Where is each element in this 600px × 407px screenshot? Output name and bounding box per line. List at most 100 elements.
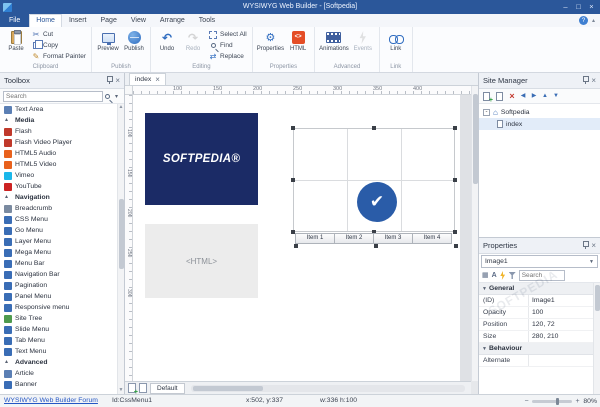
preview-button[interactable]: Preview [95, 28, 121, 53]
selection-handle[interactable] [291, 178, 295, 182]
menu-item-cell[interactable]: Item 4 [412, 233, 452, 244]
site-tree-root[interactable]: - ⌂ Softpedia [479, 106, 600, 118]
canvas-horizontal-scrollbar[interactable] [190, 384, 465, 392]
page-tab-default[interactable]: Default [150, 382, 185, 394]
clone-page-icon[interactable] [495, 91, 505, 102]
toolbox-item[interactable]: YouTube [0, 181, 117, 192]
alphabetical-view-icon[interactable]: A [492, 271, 497, 281]
toolbox-item[interactable]: Navigation Bar [0, 269, 117, 280]
property-row[interactable]: Position 120, 72 [479, 319, 593, 331]
restore-button[interactable]: □ [572, 0, 585, 14]
selection-handle[interactable] [453, 178, 457, 182]
close-button[interactable]: × [585, 0, 598, 14]
delete-page-icon[interactable]: × [508, 91, 516, 102]
expander-icon[interactable]: - [483, 108, 490, 116]
toolbox-item[interactable]: Panel Menu [0, 291, 117, 302]
pin-icon[interactable] [106, 75, 114, 86]
zoom-slider[interactable] [532, 397, 572, 405]
move-up-icon[interactable]: ▲ [541, 91, 549, 102]
pin-icon[interactable] [582, 75, 590, 86]
zoom-in-button[interactable]: + [574, 398, 581, 405]
toolbox-item[interactable]: Go Menu [0, 225, 117, 236]
toolbox-item[interactable]: Vimeo [0, 170, 117, 181]
scroll-down-icon[interactable]: ▼ [118, 387, 124, 394]
new-page-icon[interactable] [482, 91, 493, 104]
properties-button[interactable]: ⚙ Properties [256, 28, 285, 53]
events-button[interactable]: Events [350, 28, 376, 53]
toolbox-item[interactable]: Text Menu [0, 346, 117, 357]
menu-item-cell[interactable]: Item 3 [373, 233, 413, 244]
toolbox-item[interactable]: Pagination [0, 280, 117, 291]
close-panel-icon[interactable]: × [591, 241, 596, 250]
toolbox-item[interactable]: CSS Menu [0, 214, 117, 225]
move-left-icon[interactable]: ◀ [519, 91, 527, 102]
close-panel-icon[interactable]: × [591, 76, 596, 85]
paste-button[interactable]: Paste [3, 28, 29, 53]
toolbox-item[interactable]: Flash Video Player [0, 137, 117, 148]
scrollbar-thumb[interactable] [595, 285, 600, 311]
ribbon-tab[interactable]: View [124, 14, 153, 27]
find-button[interactable]: Find [206, 40, 249, 51]
category-general[interactable]: ▼ General [479, 283, 593, 295]
new-page-button[interactable] [128, 383, 138, 394]
toolbox-item[interactable]: Advanced [0, 357, 117, 368]
close-tab-icon[interactable]: × [155, 75, 160, 84]
toolbox-item[interactable]: Layer Menu [0, 236, 117, 247]
toolbox-item[interactable]: HTML5 Video [0, 159, 117, 170]
menu-items-element[interactable]: Item 1 Item 2 Item 3 Item 4 [295, 233, 456, 244]
scroll-up-icon[interactable]: ▲ [118, 104, 124, 111]
toolbox-scrollbar[interactable]: ▲ ▼ [117, 104, 124, 394]
property-row[interactable]: (ID) Image1 [479, 295, 593, 307]
toolbox-item[interactable]: Responsive menu [0, 302, 117, 313]
format-painter-button[interactable]: ✎ Format Painter [29, 51, 88, 62]
toolbox-item[interactable]: Mega Menu [0, 247, 117, 258]
toolbox-item[interactable]: Text Area [0, 104, 117, 115]
toolbox-item[interactable]: Media [0, 115, 117, 126]
toolbox-item[interactable]: Tab Menu [0, 335, 117, 346]
ribbon-tab[interactable]: Tools [192, 14, 222, 27]
undo-button[interactable]: ↶ Undo [154, 28, 180, 53]
ribbon-tab[interactable]: Insert [62, 14, 94, 27]
copy-button[interactable]: Copy [29, 40, 88, 51]
tab-index[interactable]: index × [129, 73, 166, 85]
move-right-icon[interactable]: ▶ [530, 91, 538, 102]
toolbox-item[interactable]: Menu Bar [0, 258, 117, 269]
collapse-ribbon-icon[interactable]: ▴ [592, 17, 595, 24]
selection-handle[interactable] [291, 126, 295, 130]
object-selector-dropdown[interactable]: Image1 ▼ [481, 255, 598, 268]
html-placeholder-element[interactable]: <HTML> [145, 224, 258, 298]
ribbon-tab[interactable]: File [0, 14, 30, 27]
cut-button[interactable]: ✂ Cut [29, 29, 88, 40]
selection-handle[interactable] [453, 126, 457, 130]
logo-image-element[interactable]: SOFTPEDIA® [145, 113, 258, 205]
events-view-icon[interactable] [500, 271, 506, 280]
property-row[interactable]: Opacity 100 [479, 307, 593, 319]
minimize-button[interactable]: – [559, 0, 572, 14]
zoom-slider-thumb[interactable] [556, 397, 559, 405]
toolbox-item[interactable]: Banner [0, 379, 117, 390]
ribbon-tab[interactable]: Page [93, 14, 123, 27]
category-behaviour[interactable]: ▼ Behaviour [479, 343, 593, 355]
help-icon[interactable]: ? [578, 16, 588, 25]
move-down-icon[interactable]: ▼ [552, 91, 560, 102]
forum-link[interactable]: WYSIWYG Web Builder Forum [4, 397, 98, 404]
canvas-vertical-scrollbar[interactable] [471, 86, 478, 381]
copy-page-button[interactable] [139, 383, 147, 393]
selection-handle[interactable] [372, 126, 376, 130]
toolbox-item[interactable]: Navigation [0, 192, 117, 203]
ribbon-tab[interactable]: Home [29, 14, 62, 27]
categorized-view-icon[interactable]: ▦ [482, 271, 489, 281]
menu-item-cell[interactable]: Item 2 [334, 233, 374, 244]
toolbox-item[interactable]: Flash [0, 126, 117, 137]
redo-button[interactable]: ↷ Redo [180, 28, 206, 53]
scrollbar-thumb[interactable] [119, 199, 124, 269]
pin-icon[interactable] [582, 240, 590, 251]
site-tree-page-index[interactable]: index [479, 118, 600, 130]
toolbox-item[interactable]: Article [0, 368, 117, 379]
chevron-down-icon[interactable]: ▾ [112, 93, 121, 100]
toolbox-item[interactable]: HTML5 Audio [0, 148, 117, 159]
toolbox-item[interactable]: Slide Menu [0, 324, 117, 335]
check-badge-element[interactable]: ✔ [357, 182, 397, 222]
replace-button[interactable]: ⇄ Replace [206, 51, 249, 62]
property-row[interactable]: Alternate [479, 355, 593, 367]
